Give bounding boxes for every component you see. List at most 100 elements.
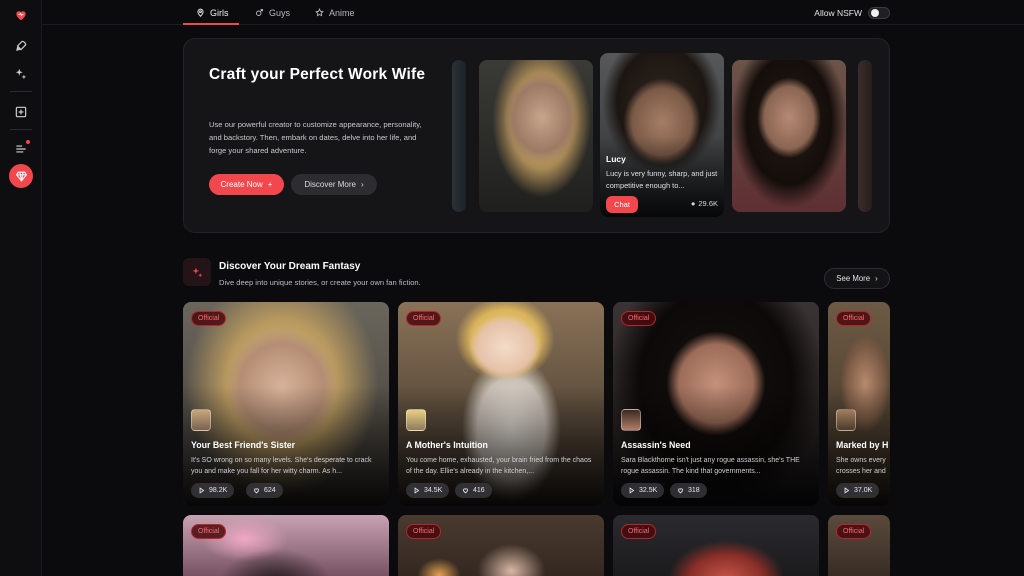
rocket-icon[interactable] — [10, 35, 32, 57]
tab-label: Anime — [329, 7, 355, 18]
story-card[interactable]: Official — [398, 515, 604, 576]
plays-count: 37.0K — [854, 487, 873, 494]
chat-bubbles-icon: ● — [690, 199, 696, 208]
official-badge: Official — [836, 311, 872, 326]
premium-diamond-icon[interactable] — [9, 164, 33, 188]
story-title: Marked by H — [836, 440, 889, 450]
official-badge: Official — [191, 311, 227, 326]
tab-guys[interactable]: Guys — [255, 0, 290, 25]
likes-count: 624 — [264, 487, 276, 494]
likes-stat: 416 — [455, 483, 492, 498]
see-more-label: See More — [836, 274, 871, 283]
story-card[interactable]: Official — [828, 515, 890, 576]
add-square-icon[interactable] — [10, 101, 32, 123]
plays-count: 34.5K — [424, 487, 443, 494]
see-more-button[interactable]: See More › — [824, 268, 890, 289]
tab-label: Guys — [269, 7, 291, 18]
carousel-edge-left — [452, 60, 466, 212]
tab-anime[interactable]: Anime — [315, 0, 355, 25]
hero-description: Use our powerful creator to customize ap… — [209, 120, 422, 155]
top-bar: Girls Guys Anime Allow NSFW — [42, 0, 1024, 25]
story-card[interactable]: Official Marked by H She owns every cros… — [828, 302, 890, 506]
story-description: It's SO wrong on so many levels. She's d… — [191, 457, 372, 475]
official-badge: Official — [621, 311, 657, 326]
plays-stat: 34.5K — [406, 483, 450, 498]
carousel-card[interactable] — [479, 60, 593, 212]
carousel-card[interactable] — [732, 60, 846, 212]
chat-count: ● 29.6K — [691, 199, 718, 208]
hero-banner: Craft your Perfect Work Wife Use our pow… — [183, 38, 890, 233]
heart-icon — [463, 488, 468, 494]
discover-more-button[interactable]: Discover More › — [291, 174, 377, 195]
sidebar-divider — [10, 129, 32, 130]
heart-icon — [254, 488, 259, 494]
official-badge: Official — [836, 524, 872, 539]
avatar — [191, 409, 211, 431]
section-title: Discover Your Dream Fantasy — [219, 261, 361, 272]
nsfw-toggle[interactable] — [868, 6, 890, 19]
plays-stat: 37.0K — [836, 483, 880, 498]
play-icon — [629, 487, 635, 494]
plays-count: 98.2K — [209, 487, 228, 494]
heart-icon — [678, 488, 683, 494]
story-description: She owns every crosses her and — [836, 457, 886, 475]
tab-girls[interactable]: Girls — [196, 0, 229, 25]
likes-count: 318 — [688, 487, 700, 494]
male-icon — [256, 9, 263, 16]
map-pin-icon — [197, 8, 204, 17]
story-card[interactable]: Official Assassin's Need Sara Blackthorn… — [613, 302, 819, 506]
chat-button[interactable]: Chat — [606, 196, 638, 213]
plays-count: 32.5K — [639, 487, 658, 494]
plays-stat: 98.2K — [191, 483, 235, 498]
nsfw-label: Allow NSFW — [814, 7, 862, 18]
sparkles-icon — [183, 258, 211, 286]
story-card[interactable]: Official Your Best Friend's Sister It's … — [183, 302, 389, 506]
play-icon — [414, 487, 420, 494]
official-badge: Official — [406, 311, 442, 326]
story-title: Your Best Friend's Sister — [191, 440, 296, 450]
play-icon — [844, 487, 850, 494]
chat-count-value: 29.6K — [698, 199, 718, 208]
featured-character-card[interactable]: Lucy Lucy is very funny, sharp, and just… — [600, 53, 724, 217]
avatar — [836, 409, 856, 431]
create-now-button[interactable]: Create Now + — [209, 174, 284, 195]
official-badge: Official — [621, 524, 657, 539]
sparkles-icon[interactable] — [10, 63, 32, 85]
featured-description: Lucy is very funny, sharp, and just comp… — [606, 169, 718, 190]
likes-count: 416 — [473, 487, 485, 494]
nsfw-control: Allow NSFW — [814, 0, 890, 25]
section-subtitle: Dive deep into unique stories, or create… — [219, 278, 421, 287]
story-description: You come home, exhausted, your brain fri… — [406, 457, 592, 475]
chevron-right-icon: › — [360, 180, 364, 189]
sidebar — [0, 0, 42, 576]
plays-stat: 32.5K — [621, 483, 665, 498]
portrait-image — [479, 60, 593, 212]
discover-more-label: Discover More — [304, 180, 356, 189]
avatar — [406, 409, 426, 431]
heart-logo-icon[interactable] — [10, 4, 32, 26]
story-card[interactable]: Official — [183, 515, 389, 576]
story-title: A Mother's Intuition — [406, 440, 488, 450]
portrait-image — [732, 60, 846, 212]
avatar — [621, 409, 641, 431]
hero-title: Craft your Perfect Work Wife — [209, 66, 426, 83]
notification-dot — [26, 140, 30, 144]
play-icon — [199, 487, 205, 494]
likes-stat: 318 — [670, 483, 707, 498]
official-badge: Official — [191, 524, 227, 539]
tab-label: Girls — [210, 7, 229, 18]
sidebar-divider — [10, 91, 32, 92]
story-card[interactable]: Official — [613, 515, 819, 576]
likes-stat: 624 — [246, 483, 283, 498]
featured-name: Lucy — [606, 154, 626, 164]
star-icon — [315, 8, 324, 17]
list-settings-icon[interactable] — [10, 138, 32, 160]
create-now-label: Create Now — [220, 180, 263, 189]
story-card[interactable]: Official A Mother's Intuition You come h… — [398, 302, 604, 506]
plus-icon: + — [267, 180, 273, 189]
active-tab-indicator — [183, 23, 239, 25]
carousel-edge-right — [858, 60, 872, 212]
story-description: Sara Blackthorne isn't just any rogue as… — [621, 457, 800, 475]
chevron-right-icon: › — [875, 274, 878, 283]
official-badge: Official — [406, 524, 442, 539]
